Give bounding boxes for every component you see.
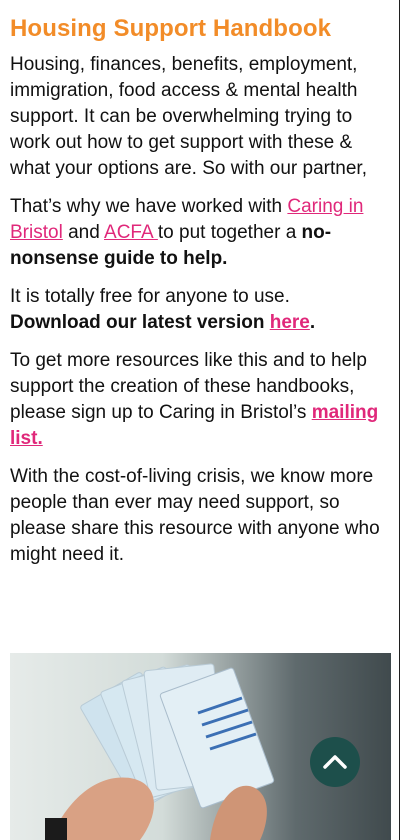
and-text: and <box>62 222 105 243</box>
guide-text: to put together a <box>157 222 302 243</box>
partners-text: That’s why we have worked with <box>10 196 288 217</box>
scroll-to-top-button[interactable] <box>310 737 360 787</box>
share-paragraph: With the cost-of-living crisis, we know … <box>10 466 380 565</box>
page-frame: Housing Support Handbook Housing, financ… <box>0 0 400 840</box>
download-label: Download our latest version <box>10 312 270 333</box>
mailing-paragraph: To get more resources like this and to h… <box>10 348 388 452</box>
download-here-link[interactable]: here <box>270 312 310 333</box>
download-text: Download our latest version here. <box>10 312 315 333</box>
acfa-link[interactable]: ACFA <box>104 222 158 243</box>
article-content: Housing Support Handbook Housing, financ… <box>10 14 388 580</box>
free-text: It is totally free for anyone to use. <box>10 286 290 307</box>
download-paragraph: It is totally free for anyone to use. Dow… <box>10 284 388 336</box>
download-period: . <box>309 312 316 333</box>
intro-paragraph: Housing, finances, benefits, employment,… <box>10 54 367 179</box>
partners-paragraph: That’s why we have worked with Caring in… <box>10 194 388 272</box>
page-title: Housing Support Handbook <box>10 15 332 42</box>
chevron-up-icon <box>323 755 347 769</box>
